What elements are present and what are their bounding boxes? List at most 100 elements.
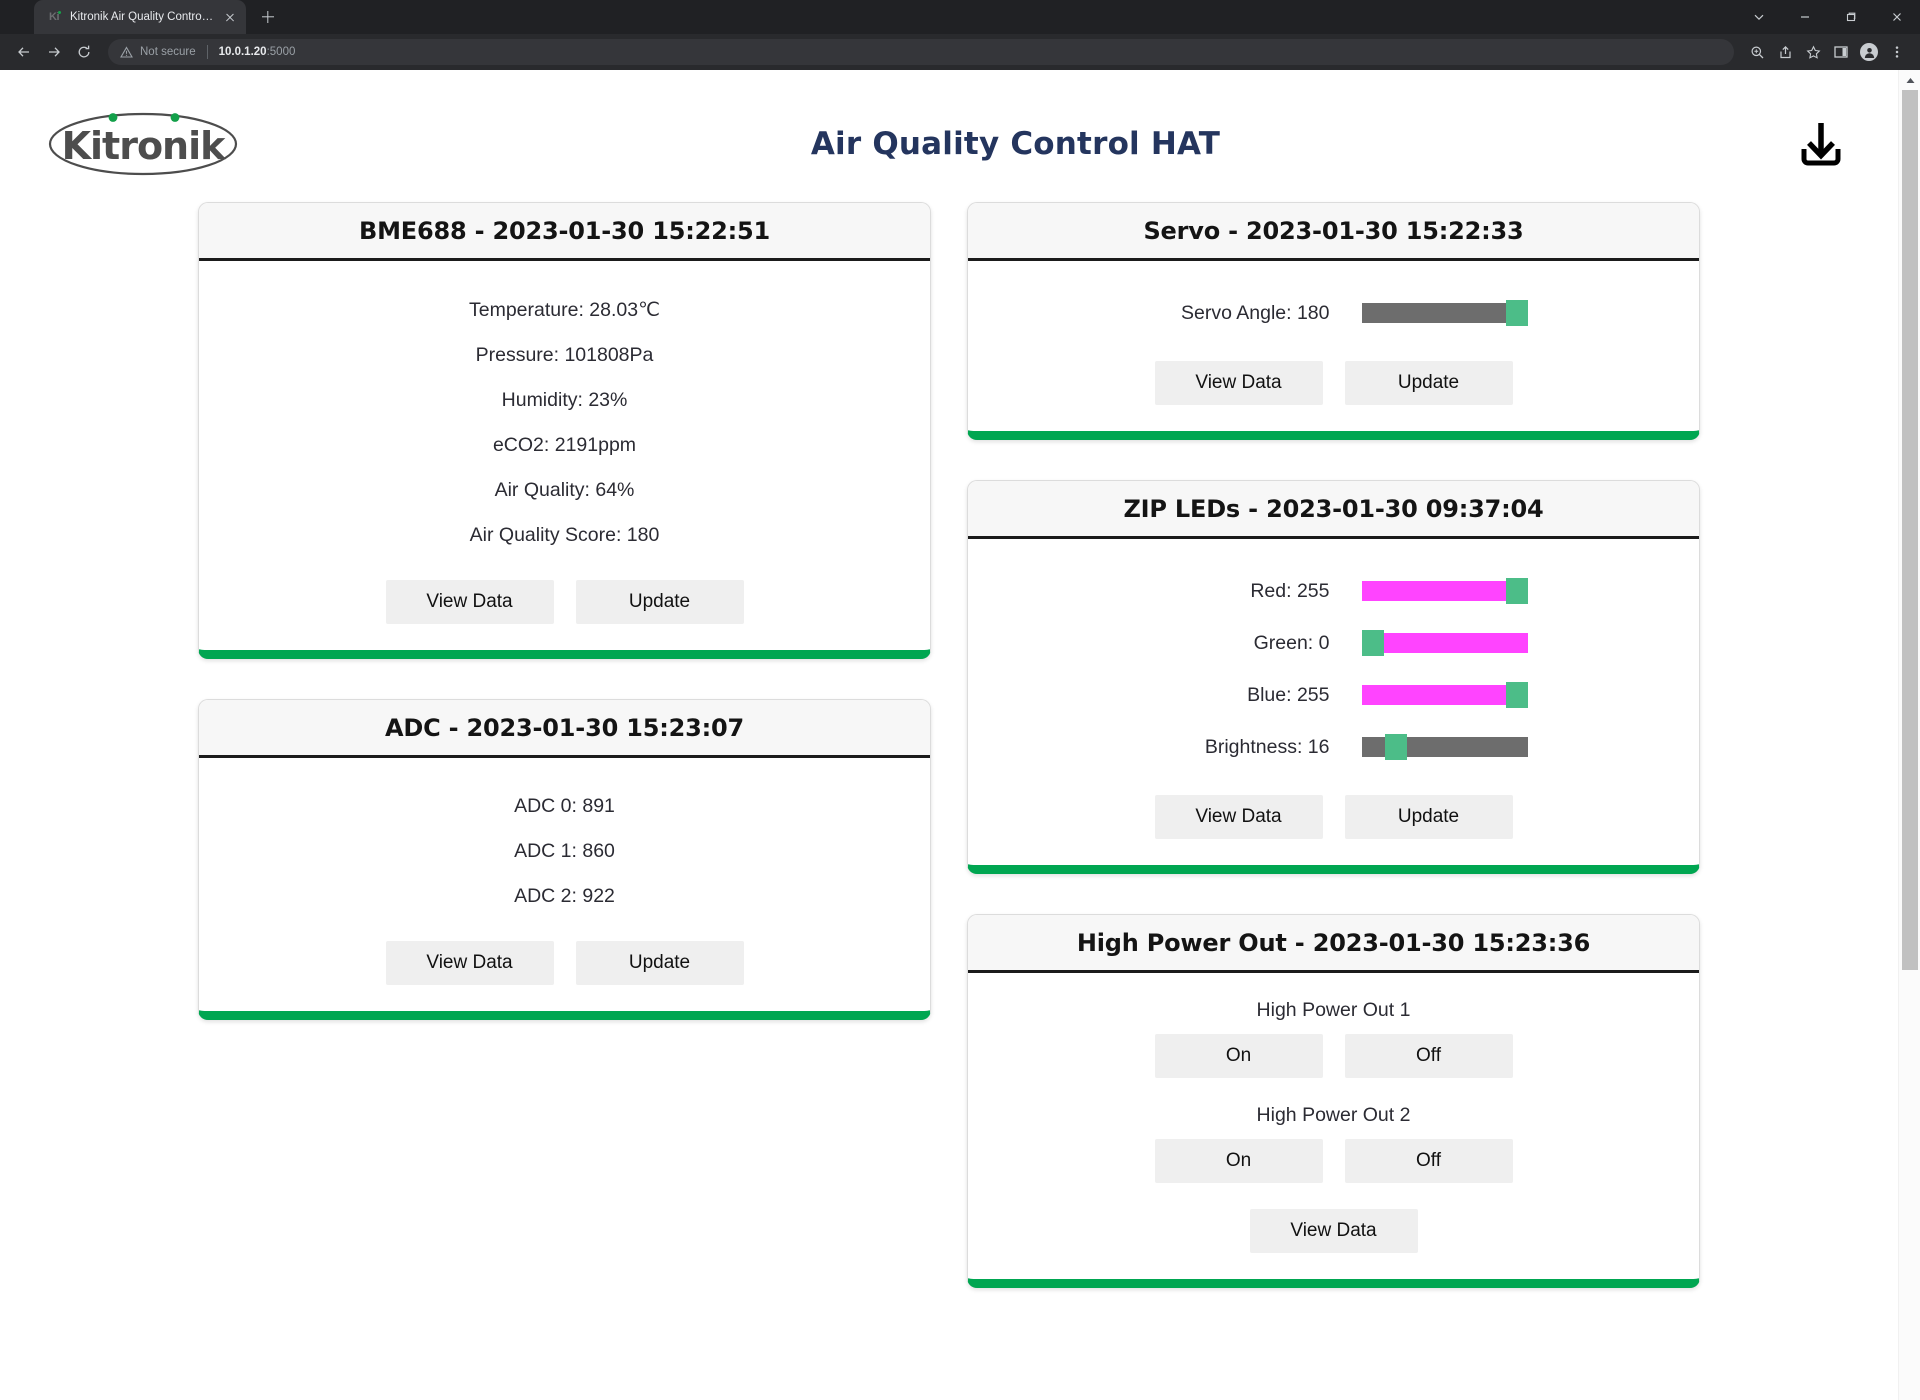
zip-blue-slider[interactable] <box>1362 682 1528 708</box>
bookmark-star-icon[interactable] <box>1800 39 1826 65</box>
high-power-out-2-off-button[interactable]: Off <box>1345 1139 1513 1183</box>
readout-temperature: Temperature: 28.03℃ <box>229 287 900 333</box>
slider-track <box>1362 685 1528 705</box>
zip-blue-label: Blue: 255 <box>1140 684 1330 707</box>
download-icon[interactable] <box>1790 113 1852 175</box>
left-column: BME688 - 2023-01-30 15:22:51 Temperature… <box>46 202 949 1328</box>
readout-adc-1: ADC 1: 860 <box>229 829 900 874</box>
card-zip-leds: ZIP LEDs - 2023-01-30 09:37:04 Red: 255 <box>967 480 1700 874</box>
card-body-zip-leds: Red: 255 Green: 0 <box>968 539 1699 865</box>
url-text: 10.0.1.20:5000 <box>219 46 296 58</box>
not-secure-warning-icon <box>120 46 133 59</box>
card-title-servo: Servo - 2023-01-30 15:22:33 <box>968 203 1699 261</box>
slider-thumb[interactable] <box>1506 300 1528 326</box>
slider-track <box>1362 581 1528 601</box>
card-bme688: BME688 - 2023-01-30 15:22:51 Temperature… <box>198 202 931 659</box>
zoom-search-icon[interactable] <box>1744 39 1770 65</box>
card-title-adc: ADC - 2023-01-30 15:23:07 <box>199 700 930 758</box>
toolbar-icon-group <box>1744 39 1910 65</box>
zip-green-slider[interactable] <box>1362 630 1528 656</box>
high-power-out-2-on-button[interactable]: On <box>1155 1139 1323 1183</box>
high-power-out-1-label: High Power Out 1 <box>998 999 1669 1022</box>
url-host: 10.0.1.20 <box>219 46 267 58</box>
back-arrow-icon[interactable] <box>10 38 38 66</box>
readout-humidity: Humidity: 23% <box>229 378 900 423</box>
share-icon[interactable] <box>1772 39 1798 65</box>
chevron-down-icon[interactable] <box>1736 0 1782 34</box>
servo-angle-slider[interactable] <box>1362 300 1528 326</box>
card-title-high-power-out: High Power Out - 2023-01-30 15:23:36 <box>968 915 1699 973</box>
readout-eco2: eCO2: 2191ppm <box>229 423 900 468</box>
slider-thumb[interactable] <box>1506 578 1528 604</box>
slider-thumb[interactable] <box>1362 630 1384 656</box>
high-power-out-1-group: High Power Out 1 On Off <box>998 999 1669 1078</box>
restore-icon[interactable] <box>1828 0 1874 34</box>
url-port: :5000 <box>267 46 296 58</box>
servo-update-button[interactable]: Update <box>1345 361 1513 405</box>
forward-arrow-icon[interactable] <box>40 38 68 66</box>
servo-angle-label: Servo Angle: 180 <box>1140 302 1330 325</box>
card-adc: ADC - 2023-01-30 15:23:07 ADC 0: 891 ADC… <box>198 699 931 1020</box>
adc-update-button[interactable]: Update <box>576 941 744 985</box>
adc-button-row: View Data Update <box>229 941 900 985</box>
zip-blue-row: Blue: 255 <box>998 669 1669 721</box>
browser-window: Ki Kitronik Air Quality Control HAT <box>0 0 1920 1400</box>
page-content: Kitronik Air Quality Control HAT BM <box>0 70 1898 1400</box>
high-power-out-1-button-row: On Off <box>998 1034 1669 1078</box>
zip-brightness-label: Brightness: 16 <box>1140 736 1330 759</box>
page-header: Kitronik Air Quality Control HAT <box>0 70 1898 190</box>
svg-text:Kitronik: Kitronik <box>62 124 227 168</box>
zip-red-label: Red: 255 <box>1140 580 1330 603</box>
reload-icon[interactable] <box>70 38 98 66</box>
zip-red-row: Red: 255 <box>998 565 1669 617</box>
zip-leds-button-row: View Data Update <box>998 795 1669 839</box>
zip-green-label: Green: 0 <box>1140 632 1330 655</box>
zip-leds-update-button[interactable]: Update <box>1345 795 1513 839</box>
readout-air-quality: Air Quality: 64% <box>229 468 900 513</box>
scrollbar-thumb[interactable] <box>1902 90 1918 970</box>
window-controls <box>1736 0 1920 34</box>
high-power-out-2-button-row: On Off <box>998 1139 1669 1183</box>
address-bar[interactable]: Not secure 10.0.1.20:5000 <box>108 39 1734 65</box>
card-body-high-power-out: High Power Out 1 On Off High Power Out 2… <box>968 973 1699 1279</box>
readout-air-quality-score: Air Quality Score: 180 <box>229 513 900 558</box>
bme688-button-row: View Data Update <box>229 580 900 624</box>
readout-pressure: Pressure: 101808Pa <box>229 333 900 378</box>
high-power-out-1-off-button[interactable]: Off <box>1345 1034 1513 1078</box>
page-viewport: Kitronik Air Quality Control HAT BM <box>0 70 1920 1400</box>
slider-thumb[interactable] <box>1506 682 1528 708</box>
tab-strip: Ki Kitronik Air Quality Control HAT <box>0 0 1920 34</box>
slider-track <box>1362 633 1528 653</box>
browser-tab[interactable]: Ki Kitronik Air Quality Control HAT <box>34 0 246 34</box>
high-power-out-view-data-button[interactable]: View Data <box>1250 1209 1418 1253</box>
more-menu-icon[interactable] <box>1884 39 1910 65</box>
zip-leds-view-data-button[interactable]: View Data <box>1155 795 1323 839</box>
side-panel-icon[interactable] <box>1828 39 1854 65</box>
browser-toolbar: Not secure 10.0.1.20:5000 <box>0 34 1920 70</box>
zip-red-slider[interactable] <box>1362 578 1528 604</box>
new-tab-button[interactable] <box>254 3 282 31</box>
high-power-out-2-group: High Power Out 2 On Off <box>998 1104 1669 1183</box>
high-power-out-2-label: High Power Out 2 <box>998 1104 1669 1127</box>
high-power-out-1-on-button[interactable]: On <box>1155 1034 1323 1078</box>
minimize-icon[interactable] <box>1782 0 1828 34</box>
bme688-view-data-button[interactable]: View Data <box>386 580 554 624</box>
card-title-zip-leds: ZIP LEDs - 2023-01-30 09:37:04 <box>968 481 1699 539</box>
page-title: Air Quality Control HAT <box>241 126 1790 162</box>
zip-green-row: Green: 0 <box>998 617 1669 669</box>
bme688-update-button[interactable]: Update <box>576 580 744 624</box>
close-icon[interactable] <box>222 9 238 25</box>
scrollbar-up-arrow[interactable] <box>1899 70 1920 90</box>
omnibox-divider <box>207 45 208 59</box>
profile-avatar[interactable] <box>1856 39 1882 65</box>
card-title-bme688: BME688 - 2023-01-30 15:22:51 <box>199 203 930 261</box>
readout-adc-0: ADC 0: 891 <box>229 784 900 829</box>
security-status-label: Not secure <box>140 46 196 58</box>
slider-thumb[interactable] <box>1385 734 1407 760</box>
zip-brightness-slider[interactable] <box>1362 734 1528 760</box>
page-scrollbar[interactable] <box>1898 70 1920 1400</box>
card-body-bme688: Temperature: 28.03℃ Pressure: 101808Pa H… <box>199 261 930 650</box>
close-window-icon[interactable] <box>1874 0 1920 34</box>
adc-view-data-button[interactable]: View Data <box>386 941 554 985</box>
servo-view-data-button[interactable]: View Data <box>1155 361 1323 405</box>
